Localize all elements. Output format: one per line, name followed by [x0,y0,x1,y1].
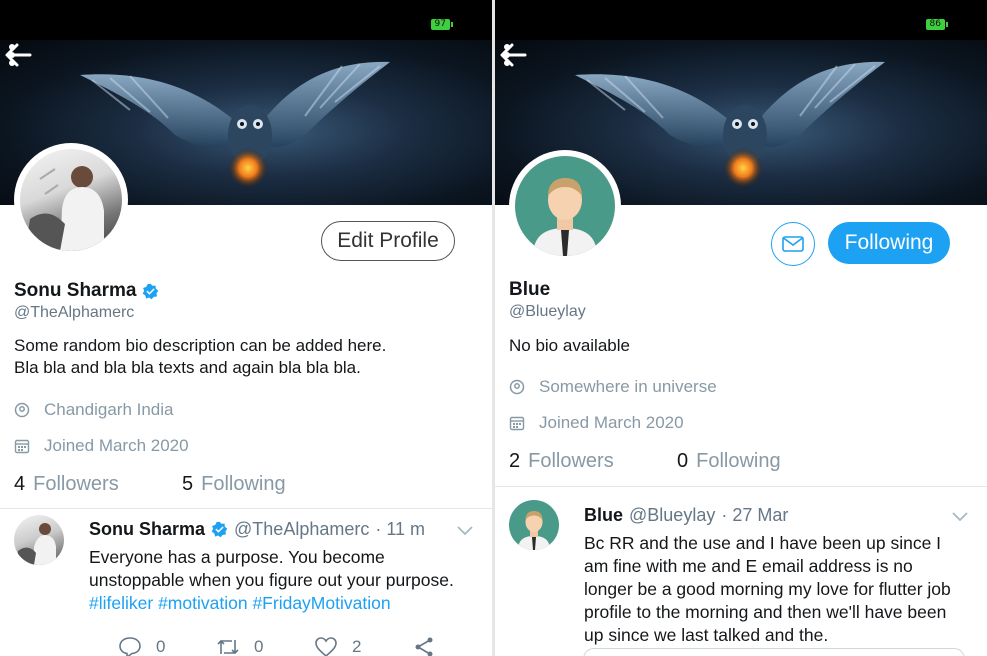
tweet-avatar-photo [16,523,56,565]
tweet-avatar[interactable] [14,515,64,565]
followers-link[interactable]: 2 Followers [509,450,677,473]
tweet-header: Sonu Sharma @TheAlphamerc · 11 m [89,519,425,540]
more-vertical-icon[interactable] [495,40,519,70]
hashtag-link[interactable]: #lifeliker [89,593,153,613]
location-text: Chandigarh India [44,400,174,419]
tweet-time: · 11 m [375,519,426,539]
follow-stats: 2 Followers 0 Following [509,450,781,473]
verified-icon [211,521,228,538]
mail-icon [782,236,804,252]
message-button[interactable] [771,222,815,266]
joined-text: Joined March 2020 [44,436,189,455]
profile-name-text: Blue [509,279,551,300]
like-icon [315,637,337,656]
tweet-time: · 27 Mar [721,505,789,525]
following-label: Following [696,450,781,472]
followers-count: 2 [509,450,521,472]
more-vertical-icon[interactable] [0,40,24,70]
followers-label: Followers [528,450,614,472]
like-count: 2 [352,637,362,656]
following-link[interactable]: 0 Following [677,450,781,473]
profile-screen-other: 86 Following Blue @Blueylay No bio avail… [495,0,987,656]
profile-screen-own: 97 Edit Profile Sonu Sharma @TheAlphamer… [0,0,492,656]
profile-joined: Joined March 2020 [14,436,189,456]
reply-button[interactable]: 0 [118,636,216,656]
verified-icon [143,283,159,299]
hashtag-link[interactable]: #motivation [158,593,248,613]
battery-indicator: 86 [925,19,949,30]
followers-label: Followers [33,473,119,495]
reply-count: 0 [156,637,166,656]
status-bar: 97 [0,0,492,40]
tweet-actions: 0 0 2 [118,636,492,656]
default-avatar-illustration [518,511,550,550]
following-count: 5 [182,473,194,495]
battery-indicator: 97 [430,19,454,30]
profile-joined: Joined March 2020 [509,413,684,433]
share-icon [415,637,433,656]
profile-avatar[interactable] [14,143,128,257]
share-button[interactable] [412,636,492,656]
joined-text: Joined March 2020 [539,413,684,432]
following-count: 0 [677,450,689,472]
tweet-text: Everyone has a purpose. You become unsto… [89,547,454,590]
tweet-author[interactable]: Blue [584,505,623,526]
like-button[interactable]: 2 [314,636,412,656]
tweet-hashtags: #lifeliker #motivation #FridayMotivation [89,593,391,614]
calendar-icon [509,416,525,431]
profile-avatar[interactable] [509,150,621,262]
profile-handle: @Blueylay [509,303,586,320]
reply-icon [119,637,141,656]
location-icon [14,402,30,418]
profile-name: Sonu Sharma [14,280,159,302]
following-link[interactable]: 5 Following [182,473,286,496]
edit-profile-button[interactable]: Edit Profile [321,221,455,261]
divider [495,486,987,487]
followers-count: 4 [14,473,26,495]
status-bar: 86 [495,0,987,40]
follow-stats: 4 Followers 5 Following [14,473,286,496]
following-label: Following [201,473,286,495]
following-button[interactable]: Following [828,222,950,264]
profile-name: Blue [509,279,550,301]
profile-name-text: Sonu Sharma [14,280,137,301]
tweet-author[interactable]: Sonu Sharma [89,519,205,540]
location-text: Somewhere in universe [539,377,717,396]
tweet-avatar[interactable] [509,500,559,550]
chevron-down-icon[interactable] [951,510,969,522]
avatar-photo [25,166,104,251]
retweet-icon [217,639,239,655]
chevron-down-icon[interactable] [456,524,474,536]
tweet-handle: @Blueylay [629,505,716,525]
retweet-button[interactable]: 0 [216,636,314,656]
divider [0,508,492,509]
calendar-icon [14,439,30,454]
tweet-text: Bc RR and the use and I have been up sin… [584,533,951,645]
location-icon [509,379,525,395]
profile-bio: No bio available [509,336,630,355]
default-avatar-illustration [533,178,597,256]
tweet-header: Blue @Blueylay · 27 Mar [584,505,788,526]
tweet-handle: @TheAlphamerc [234,519,370,539]
profile-bio: Some random bio description can be added… [14,336,387,377]
hashtag-link[interactable]: #FridayMotivation [252,593,390,613]
followers-link[interactable]: 4 Followers [14,473,182,496]
quoted-content-box[interactable] [583,648,965,656]
profile-location: Somewhere in universe [509,377,717,397]
profile-handle: @TheAlphamerc [14,304,135,321]
profile-location: Chandigarh India [14,400,173,420]
retweet-count: 0 [254,637,264,656]
